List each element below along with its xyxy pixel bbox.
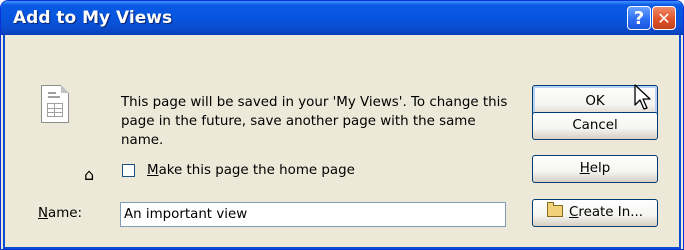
label-text: ake this page the home page [158,163,355,178]
home-icon: ⌂ [84,165,95,184]
mouse-cursor-icon [634,84,651,110]
info-message: This page will be saved in your 'My View… [121,95,508,148]
button-text: elp [589,161,611,176]
access-key: H [579,161,590,176]
access-key: N [38,206,49,221]
title-bar[interactable]: Add to My Views ? ✕ [1,1,683,35]
home-page-checkbox-label[interactable]: Make this page the home page [147,163,355,178]
close-icon[interactable]: ✕ [652,6,676,30]
dialog-window: Add to My Views ? ✕ This page will be sa… [0,0,684,250]
label-text: ame: [48,206,83,221]
document-fold [61,85,69,93]
cancel-button[interactable]: Cancel [532,112,658,140]
document-line [48,96,60,98]
document-grid [47,103,63,117]
access-key: C [569,205,579,220]
home-page-checkbox[interactable] [122,164,135,177]
help-button[interactable]: Help [532,155,658,183]
document-icon [41,85,69,123]
button-text: reate In... [578,205,643,220]
create-in-button[interactable]: Create In... [532,199,658,227]
dialog-title: Add to My Views [13,8,173,28]
access-key: M [147,163,159,178]
help-icon[interactable]: ? [627,6,651,30]
folder-icon [547,202,564,217]
name-input[interactable] [120,202,506,227]
document-line [48,92,56,94]
name-label: Name: [38,206,82,221]
